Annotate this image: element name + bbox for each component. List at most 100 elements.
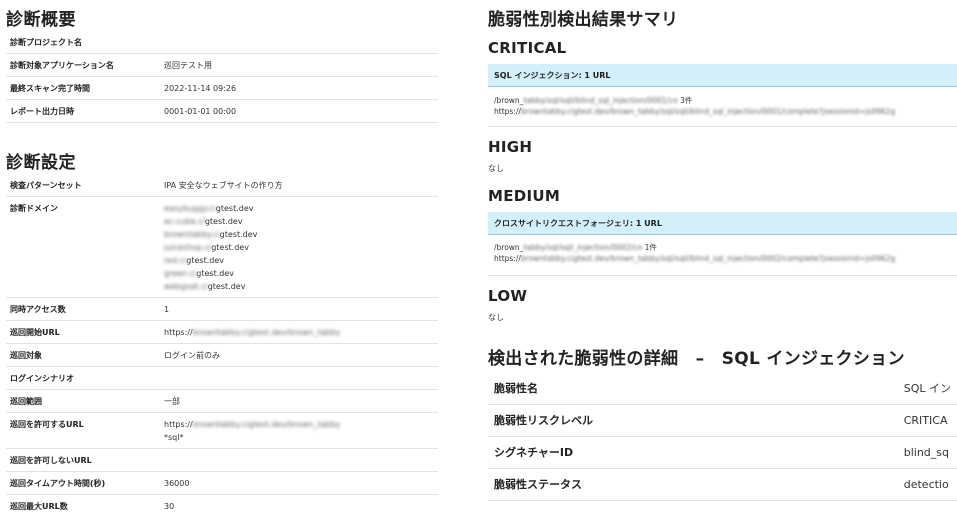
domain-blurred: red.ci xyxy=(164,256,187,265)
domain-suffix: gtest.dev xyxy=(207,282,246,291)
critical-vuln-urls: /brown_tabby/sql/sqli/blind_sql_injectio… xyxy=(494,95,895,117)
overview-value: 巡回テスト用 xyxy=(160,54,438,77)
domain-blurred: webgoat.ci xyxy=(164,282,208,291)
settings-key: 巡回最大URL数 xyxy=(10,502,68,511)
settings-row: 検査パターンセット IPA 安全なウェブサイトの作り方 xyxy=(6,174,438,197)
settings-value: 30 xyxy=(160,495,438,515)
settings-key: 巡回を許可しないURL xyxy=(10,456,92,465)
overview-key: レポート出力日時 xyxy=(10,107,74,116)
url-link[interactable]: https://browntabby.cigtest.dev/brown_tab… xyxy=(164,326,434,339)
settings-table: 検査パターンセット IPA 安全なウェブサイトの作り方診断ドメイン easybugg… xyxy=(6,174,438,515)
divider xyxy=(488,126,957,127)
settings-value: easybuggy.cigtest.dev ec-cube.cigtest.dev… xyxy=(160,197,438,298)
domain-item: red.cigtest.dev xyxy=(164,254,434,267)
overview-key: 診断プロジェクト名 xyxy=(10,38,82,47)
domain-blurred: juiceshop.ci xyxy=(164,243,212,252)
domain-suffix: gtest.dev xyxy=(219,230,258,239)
domain-item: green.cigtest.dev xyxy=(164,267,434,280)
overview-value: 0001-01-01 00:00 xyxy=(160,100,438,123)
severity-critical-label: CRITICAL xyxy=(488,39,567,57)
medium-vuln-header[interactable]: クロスサイトリクエストフォージェリ: 1 URL xyxy=(488,212,957,235)
overview-value: 2022-11-14 09:26 xyxy=(160,77,438,100)
detail-row: 脆弱性ステータス detectio xyxy=(488,468,957,500)
settings-row: 巡回を許可するURL https://browntabby.cigtest.dev… xyxy=(6,413,438,449)
settings-key: 巡回開始URL xyxy=(10,328,60,337)
domain-item: webgoat.cigtest.dev xyxy=(164,280,434,293)
settings-value: ログイン前のみ xyxy=(160,344,438,367)
settings-key: ログインシナリオ xyxy=(10,374,74,383)
url-scheme: https:// xyxy=(164,328,193,337)
overview-key: 診断対象アプリケーション名 xyxy=(10,61,114,70)
domain-blurred: ec-cube.ci xyxy=(164,217,205,226)
url-scheme: https:// xyxy=(164,420,193,429)
overview-row: 診断対象アプリケーション名 巡回テスト用 xyxy=(6,54,438,77)
settings-value-text: 30 xyxy=(164,502,175,511)
medium-url-line-1[interactable]: /brown_tabby/sql/sqli_injection/0002/co … xyxy=(494,242,895,253)
detail-table: 脆弱性名 SQL イン 脆弱性リスクレベル CRITICA シグネチャーID blind_… xyxy=(488,372,957,501)
settings-value-text: 36000 xyxy=(164,479,190,488)
url-redacted: browntabby.cigtest.dev/brown_tabby xyxy=(192,420,341,429)
overview-row: 診断プロジェクト名 xyxy=(6,31,438,54)
settings-value: https://browntabby.cigtest.dev/brown_tab… xyxy=(160,321,438,344)
overview-row: 最終スキャン完了時間 2022-11-14 09:26 xyxy=(6,77,438,100)
overview-value-text: 2022-11-14 09:26 xyxy=(164,84,237,93)
overview-value-text: 0001-01-01 00:00 xyxy=(164,107,237,116)
url-pattern: *sql* xyxy=(164,433,184,442)
severity-low-none: なし xyxy=(488,313,504,322)
detail-key: シグネチャーID xyxy=(494,446,574,459)
detail-value: SQL イン xyxy=(903,381,951,395)
detail-row: 脆弱性リスクレベル CRITICA xyxy=(488,404,957,436)
domain-blurred: easybuggy.ci xyxy=(164,204,216,213)
settings-key: 巡回を許可するURL xyxy=(10,420,84,429)
critical-url-line-2[interactable]: https://browntabby.cigtest.dev/brown_tab… xyxy=(494,106,895,117)
domain-suffix: gtest.dev xyxy=(215,204,254,213)
settings-row: ログインシナリオ xyxy=(6,367,438,390)
settings-value xyxy=(160,449,438,472)
settings-value-text: 一部 xyxy=(164,397,180,406)
detail-title: 検出された脆弱性の詳細 – SQL インジェクション xyxy=(488,349,905,369)
settings-value-text: ログイン前のみ xyxy=(164,351,220,360)
domain-suffix: gtest.dev xyxy=(186,256,224,265)
settings-key: 巡回タイムアウト時間(秒) xyxy=(10,479,106,488)
settings-row: 巡回開始URL https://browntabby.cigtest.dev/br… xyxy=(6,321,438,344)
settings-row: 巡回範囲 一部 xyxy=(6,390,438,413)
domain-suffix: gtest.dev xyxy=(196,269,234,278)
summary-title: 脆弱性別検出結果サマリ xyxy=(488,10,679,30)
settings-value: IPA 安全なウェブサイトの作り方 xyxy=(160,174,438,197)
overview-value xyxy=(160,31,438,54)
settings-row: 巡回対象 ログイン前のみ xyxy=(6,344,438,367)
overview-key: 最終スキャン完了時間 xyxy=(10,84,90,93)
settings-row: 巡回タイムアウト時間(秒) 36000 xyxy=(6,472,438,495)
severity-high-label: HIGH xyxy=(488,138,533,156)
settings-value-text: IPA 安全なウェブサイトの作り方 xyxy=(164,181,283,190)
url-link[interactable]: https://browntabby.cigtest.dev/brown_tab… xyxy=(164,418,434,431)
overview-title: 診断概要 xyxy=(6,10,76,30)
detail-row: 脆弱性名 SQL イン xyxy=(488,372,957,404)
overview-table: 診断プロジェクト名診断対象アプリケーション名 巡回テスト用最終スキャン完了時間 20… xyxy=(6,31,438,123)
left-column: 診断概要 診断プロジェクト名診断対象アプリケーション名 巡回テスト用最終スキャン完… xyxy=(0,0,440,515)
settings-value: 一部 xyxy=(160,390,438,413)
settings-key: 巡回範囲 xyxy=(10,397,42,406)
domain-item: ec-cube.cigtest.dev xyxy=(164,215,434,228)
settings-title: 診断設定 xyxy=(6,153,76,173)
domain-suffix: gtest.dev xyxy=(204,217,243,226)
detail-key: 脆弱性リスクレベル xyxy=(494,414,593,427)
medium-url-line-2[interactable]: https://browntabby.cigtest.dev/brown_tab… xyxy=(494,253,895,264)
critical-vuln-header[interactable]: SQL インジェクション: 1 URL xyxy=(488,64,957,87)
settings-value: https://browntabby.cigtest.dev/brown_tab… xyxy=(160,413,438,449)
overview-value-text: 巡回テスト用 xyxy=(164,61,212,70)
critical-url-line-1[interactable]: /brown_tabby/sql/sqli/blind_sql_injectio… xyxy=(494,95,895,106)
settings-value xyxy=(160,367,438,390)
detail-row: シグネチャーID blind_sq xyxy=(488,436,957,468)
settings-value: 36000 xyxy=(160,472,438,495)
right-column: 脆弱性別検出結果サマリ CRITICAL SQL インジェクション: 1 URL… xyxy=(488,0,957,515)
settings-key: 診断ドメイン xyxy=(10,204,58,213)
domain-item: juiceshop.cigtest.dev xyxy=(164,241,434,254)
detail-key: 脆弱性ステータス xyxy=(494,478,582,491)
settings-row: 巡回最大URL数 30 xyxy=(6,495,438,515)
detail-value: detectio xyxy=(903,477,949,491)
settings-key: 検査パターンセット xyxy=(10,181,82,190)
settings-row: 診断ドメイン easybuggy.cigtest.dev ec-cube.cigte… xyxy=(6,197,438,298)
overview-row: レポート出力日時 0001-01-01 00:00 xyxy=(6,100,438,123)
settings-key: 巡回対象 xyxy=(10,351,42,360)
